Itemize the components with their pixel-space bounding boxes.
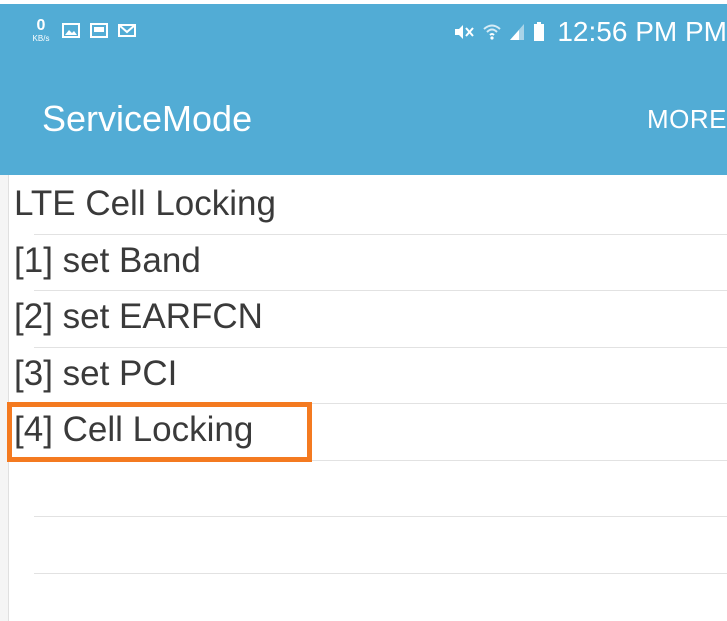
list-item-label: [1] set Band [14, 240, 201, 280]
gallery-icon [62, 23, 80, 38]
service-menu-list: LTE Cell Locking [1] set Band [2] set EA… [12, 178, 727, 621]
more-button[interactable]: MORE [647, 104, 727, 135]
mail-icon [118, 24, 136, 37]
net-speed-unit: KB/s [32, 34, 50, 43]
list-item-empty[interactable] [12, 517, 727, 574]
net-speed-indicator: 0 KB/s [30, 18, 52, 43]
list-item-empty[interactable] [12, 574, 727, 621]
cell-locking-highlight [7, 402, 312, 462]
signal-icon [510, 24, 525, 40]
wifi-icon [483, 24, 502, 40]
app-bar: ServiceMode MORE [0, 64, 727, 175]
status-clock: 12:56 PM PM [557, 16, 727, 47]
list-item-set-pci[interactable]: [3] set PCI [12, 348, 727, 404]
left-edge-strip [0, 175, 9, 621]
mute-icon [455, 25, 475, 39]
service-mode-screen: 0 KB/s 12:56 PM PM ServiceMode MORE LTE … [0, 0, 727, 621]
status-left-icons: 0 KB/s [30, 18, 136, 43]
list-item-empty[interactable] [12, 461, 727, 517]
screen-icon [90, 23, 108, 38]
list-item-set-earfcn[interactable]: [2] set EARFCN [12, 291, 727, 348]
list-item-label: [3] set PCI [14, 353, 178, 393]
net-speed-value: 0 [36, 17, 46, 34]
status-right-icons: 12:56 PM PM [453, 16, 727, 48]
list-item-label: LTE Cell Locking [14, 184, 276, 223]
list-item-header: LTE Cell Locking [12, 178, 727, 235]
list-item-set-band[interactable]: [1] set Band [12, 235, 727, 291]
battery-icon [534, 22, 545, 41]
list-item-label: [2] set EARFCN [14, 297, 263, 336]
app-title: ServiceMode [42, 98, 253, 139]
status-bar: 0 KB/s 12:56 PM PM [0, 4, 727, 64]
